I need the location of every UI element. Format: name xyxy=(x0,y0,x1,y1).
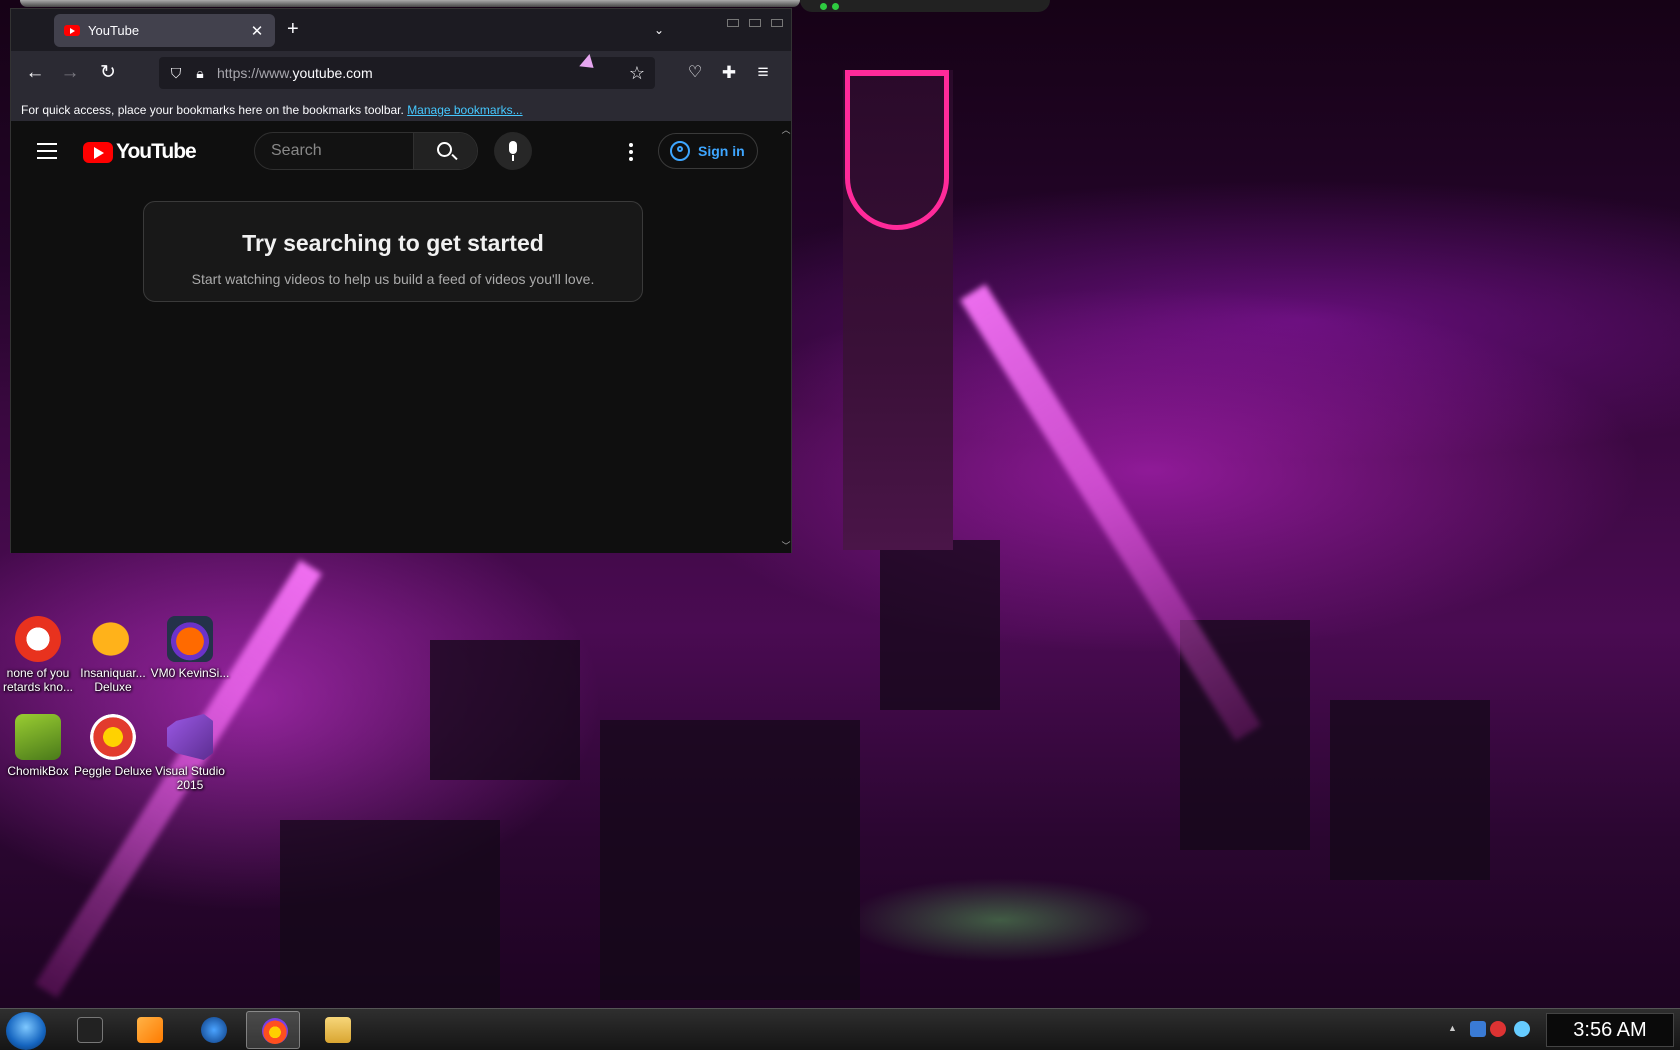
taskbar-file-explorer[interactable] xyxy=(310,1011,364,1049)
globe-icon xyxy=(201,1017,227,1043)
prompt-subtitle: Start watching videos to help us build a… xyxy=(191,271,595,287)
search-box xyxy=(254,132,478,170)
desktop-icon-label: Insaniquar... Deluxe xyxy=(80,666,146,694)
bookmarks-toolbar: For quick access, place your bookmarks h… xyxy=(11,95,791,121)
guide-menu-icon[interactable] xyxy=(37,143,57,159)
star-icon[interactable]: ☆ xyxy=(629,63,645,84)
tab-youtube[interactable]: YouTube ✕ xyxy=(54,14,275,47)
taskbar-clock[interactable]: 3:56 AM xyxy=(1546,1013,1674,1047)
page-scrollbar[interactable]: ︿ ﹀ xyxy=(781,121,791,553)
manage-bookmarks-link[interactable]: Manage bookmarks... xyxy=(407,103,522,117)
search-input[interactable] xyxy=(255,133,415,169)
lock-icon[interactable]: 🔒︎ xyxy=(191,64,209,82)
firefox-window[interactable]: YouTube ✕ + ⌄ ← → ↻ ⛉ 🔒︎ https://www.you… xyxy=(10,8,792,553)
fish-icon xyxy=(90,616,136,662)
youtube-page: YouTube Sign in Try searching to get sta… xyxy=(11,121,783,553)
desktop-icon-label: VM0 KevinSi... xyxy=(150,666,230,680)
settings-more-icon[interactable] xyxy=(629,143,633,164)
firefox-icon xyxy=(262,1018,288,1044)
youtube-favicon-icon xyxy=(64,25,80,36)
network-icon[interactable] xyxy=(1470,1021,1486,1037)
shield-icon[interactable]: ⛉ xyxy=(167,64,185,82)
desktop-icon-visual-studio[interactable]: Visual Studio 2015 xyxy=(148,714,232,792)
prompt-title: Try searching to get started xyxy=(242,230,544,256)
search-icon xyxy=(437,142,452,157)
close-tab-icon[interactable]: ✕ xyxy=(249,22,265,40)
youtube-logo[interactable]: YouTube xyxy=(83,140,197,164)
window-top-decoration xyxy=(20,0,800,7)
microphone-icon xyxy=(509,141,517,154)
taskbar-firefox[interactable] xyxy=(246,1011,300,1049)
back-button[interactable]: ← xyxy=(23,61,47,85)
visual-studio-icon xyxy=(167,714,213,760)
desktop-icon-vm0[interactable]: VM0 KevinSi... xyxy=(148,616,232,680)
light-trail xyxy=(960,284,1261,741)
desktop-icon-label: ChomikBox xyxy=(7,764,69,778)
desktop-icon-chomikbox[interactable]: ChomikBox xyxy=(0,714,80,778)
voice-search-button[interactable] xyxy=(494,132,532,170)
firefox-icon xyxy=(167,616,213,662)
folder-icon xyxy=(325,1017,351,1043)
minimize-icon[interactable] xyxy=(727,19,739,27)
bookmarks-hint: For quick access, place your bookmarks h… xyxy=(21,103,408,117)
navigation-toolbar: ← → ↻ ⛉ 🔒︎ https://www.youtube.com ☆ ♡ ✚… xyxy=(11,51,791,95)
desktop-icon-peggle[interactable]: Peggle Deluxe xyxy=(71,714,155,778)
tab-title: YouTube xyxy=(88,23,140,38)
chomikbox-icon xyxy=(15,714,61,760)
close-window-icon[interactable] xyxy=(771,19,783,27)
desktop-icon-shark[interactable]: none of you retards kno... xyxy=(0,616,80,694)
list-all-tabs-chevron-icon[interactable]: ⌄ xyxy=(654,23,664,37)
peggle-icon xyxy=(90,714,136,760)
status-led-icon xyxy=(820,3,827,10)
volume-icon[interactable] xyxy=(1514,1021,1530,1037)
desktop-icon-insaniquarium[interactable]: Insaniquar... Deluxe xyxy=(71,616,155,694)
desktop-icon-label: Visual Studio 2015 xyxy=(155,764,225,792)
reload-button[interactable]: ↻ xyxy=(96,61,120,85)
scroll-up-icon[interactable]: ︿ xyxy=(781,123,791,135)
youtube-play-icon xyxy=(83,141,113,163)
taskbar-internet[interactable] xyxy=(186,1011,240,1049)
extensions-icon[interactable]: ✚ xyxy=(717,61,741,85)
taskbar-command-prompt[interactable] xyxy=(62,1011,116,1049)
status-led-icon xyxy=(832,3,839,10)
desktop-icon-label: none of you retards kno... xyxy=(2,666,74,694)
tab-bar: YouTube ✕ + ⌄ xyxy=(11,9,791,51)
youtube-wordmark: YouTube xyxy=(116,140,197,163)
scroll-down-icon[interactable]: ﹀ xyxy=(781,539,791,551)
desktop-icon-label: Peggle Deluxe xyxy=(73,764,153,778)
maximize-icon[interactable] xyxy=(749,19,761,27)
new-tab-button[interactable]: + xyxy=(287,19,299,39)
taskbar-media-player[interactable] xyxy=(122,1011,176,1049)
show-hidden-icons-arrow[interactable]: ▲ xyxy=(1448,1023,1457,1033)
menu-icon[interactable]: ≡ xyxy=(751,61,775,85)
start-button[interactable] xyxy=(6,1012,46,1050)
taskbar: ▲ 3:56 AM xyxy=(0,1008,1680,1050)
kingdom-tower-arch xyxy=(845,70,949,230)
empty-feed-prompt: Try searching to get started Start watch… xyxy=(143,201,643,302)
media-player-icon xyxy=(137,1017,163,1043)
command-prompt-icon xyxy=(77,1017,103,1043)
top-gadget-bar xyxy=(800,0,1050,12)
search-button[interactable] xyxy=(413,133,477,169)
sign-in-button[interactable]: Sign in xyxy=(658,133,758,169)
shark-icon xyxy=(15,616,61,662)
forward-button[interactable]: → xyxy=(58,61,82,85)
tray-app-icon[interactable] xyxy=(1490,1021,1506,1037)
account-circle-icon xyxy=(670,141,690,161)
url-text[interactable]: https://www.youtube.com xyxy=(217,65,373,81)
address-bar[interactable]: ⛉ 🔒︎ https://www.youtube.com ☆ xyxy=(159,57,655,89)
sign-in-label: Sign in xyxy=(698,143,745,159)
pocket-icon[interactable]: ♡ xyxy=(683,61,707,85)
